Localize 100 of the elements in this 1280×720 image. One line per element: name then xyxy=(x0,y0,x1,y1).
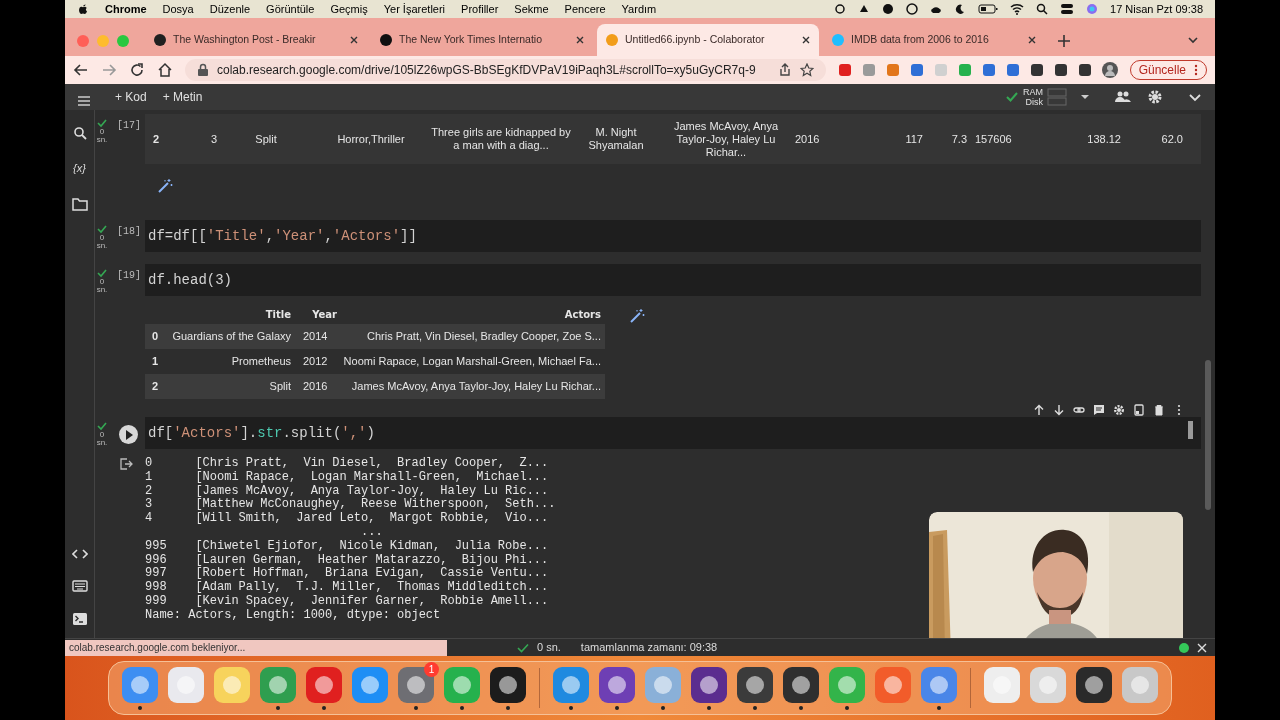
table-cell-text: James McAvoy, Anya Taylor-Joy, Haley Lu Richar... xyxy=(672,119,780,159)
link-icon[interactable] xyxy=(1073,404,1085,416)
apple-icon[interactable] xyxy=(77,3,89,15)
app-icon[interactable] xyxy=(489,666,527,704)
table-cell-text: 3 xyxy=(209,132,218,146)
favicon-icon xyxy=(605,33,619,47)
status-icon[interactable] xyxy=(906,3,919,15)
close-icon[interactable] xyxy=(349,35,359,45)
magic-wand-icon[interactable] xyxy=(157,178,173,194)
add-text-button[interactable]: + Metin xyxy=(162,88,203,106)
status-icon[interactable] xyxy=(834,3,847,15)
menu-item[interactable]: Düzenle xyxy=(209,0,251,18)
table-cell-text: 138.12 xyxy=(1086,132,1122,146)
column-header: Actors xyxy=(563,307,602,322)
close-icon[interactable] xyxy=(1027,35,1037,45)
scrollbar[interactable] xyxy=(1205,360,1211,510)
avatar-icon[interactable] xyxy=(1101,62,1118,78)
menu-item[interactable]: Pencere xyxy=(564,0,606,18)
play-icon xyxy=(124,429,133,440)
clock[interactable]: 17 Nisan Pzt 09:38 xyxy=(1110,0,1203,18)
table-cell-text: Guardians of the Galaxy xyxy=(171,329,292,345)
siri-icon[interactable] xyxy=(1086,3,1099,15)
settings-icon[interactable] xyxy=(1113,404,1125,416)
table-cell-text: 7.3 xyxy=(950,132,968,146)
add-code-button[interactable]: + Kod xyxy=(115,88,147,106)
table-cell-text: 2016 xyxy=(794,132,821,146)
mirror-icon[interactable] xyxy=(1133,404,1145,416)
move-down-icon[interactable] xyxy=(1053,404,1065,416)
settings-icon[interactable] xyxy=(1147,89,1163,105)
extension-icon[interactable] xyxy=(1053,63,1068,77)
browser-tab[interactable]: IMDB data from 2006 to 2016 xyxy=(823,24,1045,56)
close-icon[interactable] xyxy=(575,35,585,45)
star-icon[interactable] xyxy=(799,63,814,77)
chevron-down-icon[interactable] xyxy=(1187,34,1199,46)
app-menu[interactable]: Chrome xyxy=(105,0,147,18)
comment-icon[interactable] xyxy=(1093,404,1105,416)
browser-tab[interactable]: The Washington Post - Breakir xyxy=(145,24,367,56)
loading-status: colab.research.google.com bekleniyor... xyxy=(65,639,447,656)
output-icon[interactable] xyxy=(119,457,133,471)
run-button[interactable] xyxy=(119,425,138,444)
column-header: Title xyxy=(264,307,292,322)
keyboard-icon[interactable] xyxy=(71,580,88,592)
control-center-icon[interactable] xyxy=(1060,3,1075,15)
menu-icon[interactable] xyxy=(77,94,91,108)
table-cell-text: Chris Pratt, Vin Diesel, Bradley Cooper, Zoe S... xyxy=(366,329,602,345)
execution-count: [17] xyxy=(117,119,141,133)
magic-wand-icon[interactable] xyxy=(629,308,645,324)
lock-icon xyxy=(197,63,209,77)
terminal-icon[interactable] xyxy=(71,612,88,626)
ram-label: RAM xyxy=(1023,87,1043,97)
back-icon[interactable] xyxy=(73,62,89,78)
elapsed-time: 0 xyxy=(99,431,105,439)
table-cell-text: 2016 xyxy=(302,379,329,395)
app-icon[interactable] xyxy=(736,666,774,704)
table-cell-text: 0 xyxy=(150,329,160,345)
move-up-icon[interactable] xyxy=(1033,404,1045,416)
menu-item[interactable]: Görüntüle xyxy=(266,0,315,18)
table-cell-text: 2012 xyxy=(302,354,329,370)
search-icon[interactable] xyxy=(72,126,87,140)
menu-item[interactable]: Geçmiş xyxy=(330,0,368,18)
folder-icon[interactable] xyxy=(71,196,88,211)
extension-icon[interactable] xyxy=(1029,63,1044,77)
close-icon[interactable] xyxy=(801,35,811,45)
new-tab-icon[interactable] xyxy=(1057,34,1071,48)
share-icon[interactable] xyxy=(777,63,792,77)
variables-button[interactable]: {x} xyxy=(73,160,86,177)
time-unit: sn. xyxy=(96,439,108,447)
reload-icon[interactable] xyxy=(129,62,145,78)
code-editor[interactable]: df=df[['Title','Year','Actors']] xyxy=(145,220,1201,252)
disk-label: Disk xyxy=(1025,97,1043,107)
app-icon[interactable] xyxy=(598,666,636,704)
code-editor[interactable]: df.head(3) xyxy=(145,264,1201,296)
status-dot-icon xyxy=(1179,642,1189,653)
app-icon[interactable] xyxy=(782,666,820,704)
app-icon[interactable] xyxy=(1075,666,1113,704)
app-icon[interactable] xyxy=(690,666,728,704)
code-line: df=df[['Title','Year','Actors']] xyxy=(148,226,417,246)
battery-icon[interactable] xyxy=(978,3,999,15)
people-icon[interactable] xyxy=(1115,89,1131,105)
table-cell-text: 117 xyxy=(904,132,924,146)
browser-tab[interactable]: The New York Times Internatio xyxy=(371,24,593,56)
extension-icon[interactable] xyxy=(1077,63,1092,77)
code-editor[interactable]: df['Actors'].str.split(',') xyxy=(145,417,1201,449)
table-cell-text: 2 xyxy=(150,379,160,395)
menu-item[interactable]: Yer İşaretleri xyxy=(383,0,446,18)
table-cell-text: Horror,Thriller xyxy=(336,132,406,146)
address-bar[interactable]: colab.research.google.com/drive/105lZ26wpGS-BbSEgKfDVPaV19iPaqh3L#scrollTo=xy5uGyCR7q-9 xyxy=(185,59,826,81)
trash-icon[interactable] xyxy=(1153,404,1165,416)
menu-item[interactable]: Dosya xyxy=(162,0,194,18)
code-icon[interactable] xyxy=(71,548,88,560)
browser-tab[interactable]: Untitled66.ipynb - Colaborator xyxy=(597,24,819,56)
search-icon[interactable] xyxy=(1036,3,1049,15)
status-icon[interactable] xyxy=(882,3,895,15)
status-icon[interactable] xyxy=(858,3,871,15)
home-icon[interactable] xyxy=(157,62,173,78)
column-header: Year xyxy=(311,307,337,322)
wifi-icon[interactable] xyxy=(1010,3,1025,15)
menu-item[interactable]: Profiller xyxy=(461,0,499,18)
menu-item[interactable]: Sekme xyxy=(514,0,549,18)
menu-item[interactable]: Yardım xyxy=(621,0,657,18)
